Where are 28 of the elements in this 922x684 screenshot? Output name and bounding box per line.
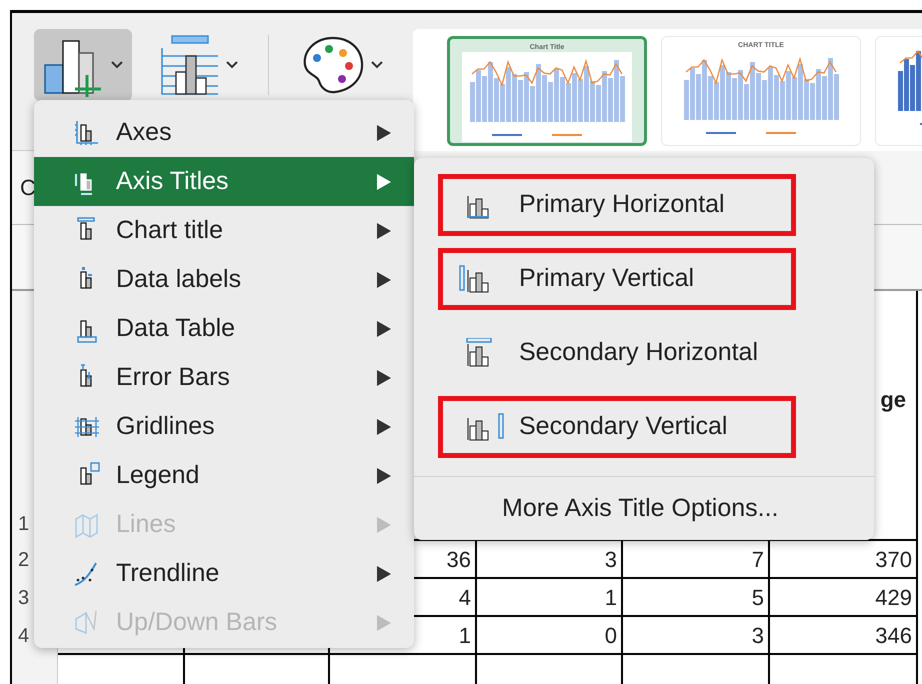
submenu-arrow-icon — [376, 564, 392, 582]
submenu-arrow-icon — [376, 172, 392, 190]
chevron-down-icon — [226, 61, 238, 69]
menu-item[interactable]: Axis Titles — [34, 157, 414, 206]
submenu-arrow-icon — [376, 270, 392, 288]
submenu-arrow-icon — [376, 614, 392, 632]
submenu-item[interactable]: Primary Horizontal — [438, 174, 796, 236]
submenu-arrow-icon — [376, 320, 392, 338]
row-header — [12, 655, 58, 684]
ribbon-dropdown-button[interactable] — [34, 29, 132, 101]
submenu-item[interactable]: Primary Vertical — [438, 248, 796, 310]
submenu-item[interactable]: Secondary Vertical — [438, 396, 796, 458]
cell-reference: C — [20, 174, 36, 202]
submenu-arrow-icon — [376, 516, 392, 534]
chart-layout-icon — [160, 34, 220, 96]
menu-item[interactable]: Axes — [34, 108, 414, 157]
chevron-down-icon — [371, 61, 383, 69]
table-cell: 1 — [477, 579, 623, 617]
chevron-down-icon — [111, 61, 123, 69]
table-cell: 429 — [770, 579, 918, 617]
submenu-arrow-icon — [376, 466, 392, 484]
submenu-arrow-icon — [376, 124, 392, 142]
table-cell: 5 — [623, 579, 770, 617]
menu-item[interactable]: Chart title — [34, 206, 414, 255]
submenu-arrow-icon — [376, 368, 392, 386]
submenu-arrow-icon — [376, 222, 392, 240]
submenu-arrow-icon — [376, 418, 392, 436]
palette-icon — [301, 35, 365, 95]
